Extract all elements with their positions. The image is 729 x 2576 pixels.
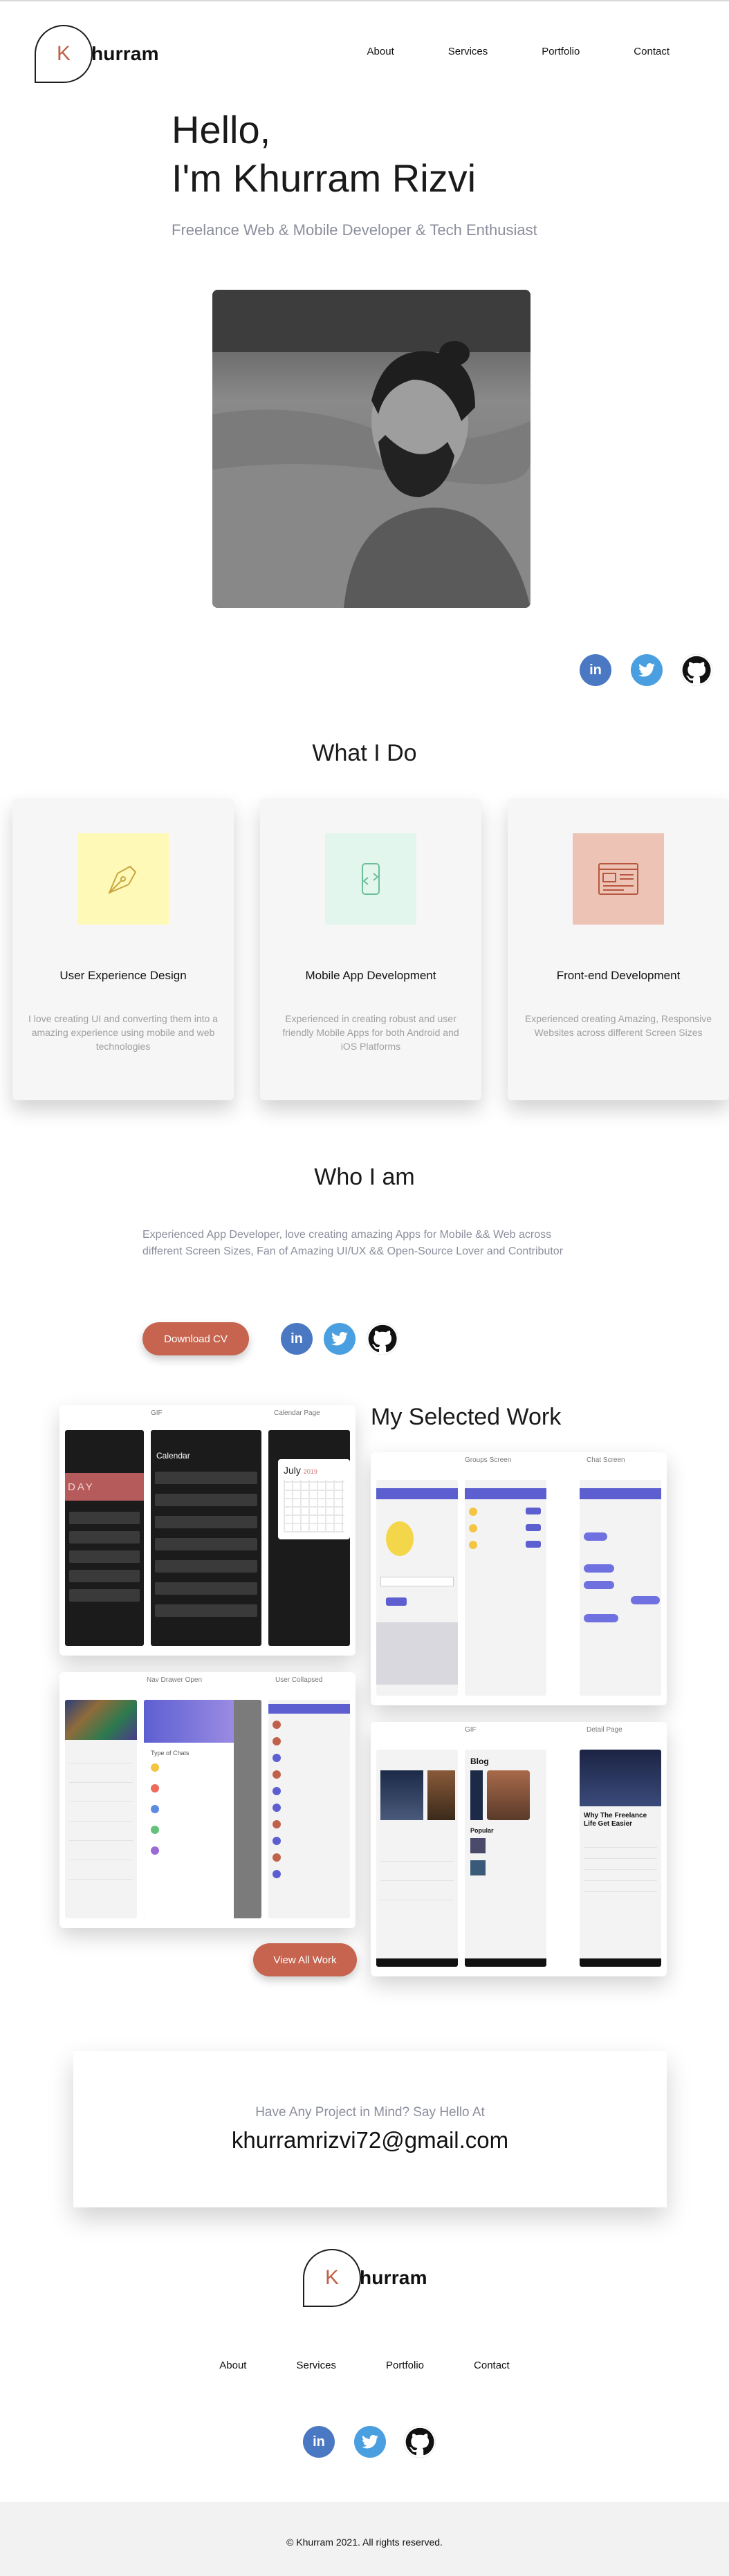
service-card-frontend: Front-end Development Experienced creati…	[508, 799, 729, 1100]
app-screen	[465, 1480, 546, 1696]
footer-nav-contact[interactable]: Contact	[474, 2360, 510, 2371]
footer-nav-services[interactable]: Services	[296, 2360, 336, 2371]
app-screen: Type of Chats	[144, 1700, 261, 1918]
logo-bubble: K	[35, 25, 93, 83]
twitter-icon[interactable]	[631, 654, 663, 686]
app-screen	[376, 1480, 458, 1696]
calendar-year: 2019	[303, 1468, 317, 1475]
panel-label: Calendar Page	[274, 1409, 320, 1417]
service-card-ux: User Experience Design I love creating U…	[12, 799, 234, 1100]
hero-heading: Hello, I'm Khurram Rizvi	[172, 104, 476, 205]
profile-photo	[212, 290, 530, 608]
hero-greeting: Hello,	[172, 108, 271, 151]
card-title: Front-end Development	[556, 969, 681, 982]
panel-label: GIF	[151, 1409, 163, 1417]
download-cv-button[interactable]: Download CV	[142, 1322, 249, 1355]
mobile-app-icon	[325, 833, 416, 925]
linkedin-icon[interactable]: in	[303, 2426, 335, 2458]
logo-text: hurram	[360, 2267, 427, 2288]
about-text: Experienced App Developer, love creating…	[142, 1229, 564, 1257]
hero-name: I'm Khurram Rizvi	[172, 156, 477, 200]
calendar-header: Calendar	[156, 1451, 190, 1461]
work-shot-1[interactable]: GIF Calendar Page DAY Calendar July 2019	[59, 1405, 356, 1656]
contact-box: Have Any Project in Mind? Say Hello At k…	[73, 2051, 667, 2207]
web-layout-icon	[573, 833, 664, 925]
contact-question: Have Any Project in Mind? Say Hello At	[255, 2105, 485, 2120]
card-title: User Experience Design	[59, 969, 187, 982]
twitter-icon[interactable]	[324, 1323, 356, 1355]
panel-label: Groups Screen	[465, 1456, 512, 1464]
app-screen: Why The Freelance Life Get Easier	[580, 1750, 661, 1967]
work-shot-2[interactable]: Groups Screen Chat Screen	[371, 1452, 667, 1705]
github-icon[interactable]	[367, 1323, 398, 1355]
card-text: Experienced in creating robust and user …	[282, 1013, 459, 1052]
app-screen	[268, 1700, 350, 1918]
detail-headline: Why The Freelance Life Get Easier	[584, 1812, 647, 1828]
footer-social-links: in	[303, 2426, 436, 2458]
nav-about[interactable]: About	[367, 46, 394, 57]
app-screen: DAY	[65, 1430, 144, 1646]
about-social-links: in	[281, 1323, 398, 1355]
hero-subtitle: Freelance Web & Mobile Developer & Tech …	[172, 221, 537, 239]
top-border	[0, 0, 729, 1]
twitter-icon[interactable]	[354, 2426, 386, 2458]
linkedin-icon[interactable]: in	[281, 1323, 313, 1355]
service-card-mobile: Mobile App Development Experienced in cr…	[260, 799, 481, 1100]
hero-social-links: in	[580, 654, 712, 686]
panel-label: Nav Drawer Open	[147, 1676, 203, 1684]
footer-nav-portfolio[interactable]: Portfolio	[386, 2360, 424, 2371]
nav-contact[interactable]: Contact	[634, 46, 670, 57]
github-icon[interactable]	[681, 654, 712, 686]
banner-text: DAY	[65, 1473, 144, 1501]
popular-label: Popular	[470, 1827, 494, 1834]
what-i-do-title: What I Do	[312, 740, 417, 766]
logo-letter: K	[324, 2266, 339, 2289]
card-text: Experienced creating Amazing, Responsive…	[524, 1013, 712, 1038]
panel-label: GIF	[465, 1726, 477, 1734]
who-i-am-title: Who I am	[314, 1164, 415, 1190]
site-logo[interactable]: K hurram	[35, 25, 159, 83]
panel-label: Chat Screen	[587, 1456, 625, 1464]
footer-bar: © Khurram 2021. All rights reserved.	[0, 2502, 729, 2576]
contact-email[interactable]: khurramrizvi72@gmail.com	[73, 2127, 667, 2153]
calendar-month: July	[284, 1465, 301, 1476]
card-title: Mobile App Development	[305, 969, 436, 982]
app-screen	[376, 1750, 458, 1967]
github-icon[interactable]	[404, 2426, 436, 2458]
work-shot-3[interactable]: Nav Drawer Open User Collapsed Type of C…	[59, 1672, 356, 1928]
blog-title: Blog	[470, 1757, 489, 1766]
drawer-title: Type of Chats	[151, 1750, 190, 1757]
app-screen: July 2019	[268, 1430, 350, 1646]
main-nav: About Services Portfolio Contact	[313, 46, 670, 57]
logo-letter: K	[56, 42, 71, 65]
site-header: K hurram About Services Portfolio Contac…	[0, 21, 729, 83]
panel-label: Detail Page	[587, 1726, 622, 1734]
footer-logo[interactable]: K hurram	[303, 2249, 427, 2307]
app-screen: Blog Popular	[465, 1750, 546, 1967]
work-shot-4[interactable]: GIF Detail Page Blog Popular Why The Fre…	[371, 1722, 667, 1976]
nav-services[interactable]: Services	[448, 46, 488, 57]
view-all-work-button[interactable]: View All Work	[253, 1943, 357, 1976]
linkedin-icon[interactable]: in	[580, 654, 611, 686]
calendar-popup: July 2019	[278, 1459, 350, 1539]
panel-label: User Collapsed	[275, 1676, 323, 1684]
footer-nav-about[interactable]: About	[219, 2360, 246, 2371]
work-title: My Selected Work	[371, 1404, 562, 1430]
card-text: I love creating UI and converting them i…	[28, 1013, 218, 1052]
nav-portfolio[interactable]: Portfolio	[542, 46, 580, 57]
pen-tool-icon	[77, 833, 169, 925]
logo-bubble: K	[303, 2249, 361, 2307]
logo-text: hurram	[91, 43, 159, 64]
app-screen	[580, 1480, 661, 1696]
app-screen: Calendar	[151, 1430, 261, 1646]
app-screen	[65, 1700, 137, 1918]
copyright-text: © Khurram 2021. All rights reserved.	[286, 2537, 443, 2548]
footer-nav: About Services Portfolio Contact	[0, 2360, 729, 2371]
